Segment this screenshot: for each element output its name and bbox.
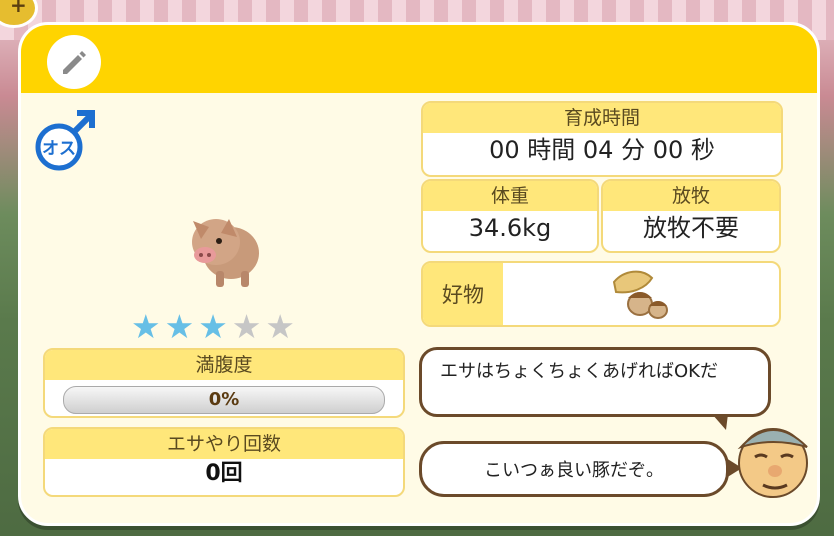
growth-time-value: 00 時間 04 分 00 秒 [489, 136, 715, 164]
dialogue-line: こいつぁ良い豚だぞ。 [484, 460, 664, 481]
hunger-value: 0% [208, 389, 240, 410]
hunger-box: 満腹度 0% [43, 348, 405, 418]
pencil-icon [63, 51, 86, 74]
pig-status-panel: オス ★ ★ ★ ★ ★ 満腹度 0% エサやり回数 0回 育成時間 00 時間… [18, 22, 820, 526]
star-icon: ★ [164, 307, 195, 346]
grazing-value: 放牧不要 [643, 214, 739, 242]
growth-time-label: 育成時間 [423, 103, 781, 133]
star-icon: ★ [198, 307, 228, 346]
edit-name-button[interactable] [47, 35, 101, 89]
grazing-label: 放牧 [603, 181, 779, 211]
hunger-bar: 0% [63, 386, 385, 414]
feed-count-value: 0回 [205, 461, 243, 486]
grazing-box: 放牧 放牧不要 [601, 179, 781, 253]
star-icon: ★ [265, 307, 295, 346]
pig-image [192, 219, 259, 287]
farmer-avatar [737, 428, 808, 498]
favorite-food-box: 好物 [421, 261, 781, 327]
feed-count-box: エサやり回数 0回 [43, 427, 405, 497]
star-icon: ★ [131, 307, 161, 346]
weight-value: 34.6kg [468, 214, 552, 242]
gender-label: オス [42, 139, 76, 159]
weight-box: 体重 34.6kg [421, 179, 599, 253]
hunger-label: 満腹度 [45, 350, 403, 380]
dialogue-bubble: エサはちょくちょくあげればOKだ [419, 347, 771, 430]
plus-icon: + [10, 0, 27, 17]
male-symbol-icon: オス [35, 110, 95, 171]
rating-stars: ★ ★ ★ ★ ★ [131, 310, 295, 343]
favorite-label: 好物 [423, 263, 503, 325]
panel-header [21, 25, 817, 93]
dialogue-line: エサはちょくちょくあげればOKだ [440, 361, 718, 382]
acorn-icon [612, 270, 668, 319]
dialogue-bubble: こいつぁ良い豚だぞ。 [419, 441, 742, 497]
growth-time-box: 育成時間 00 時間 04 分 00 秒 [421, 101, 783, 177]
weight-label: 体重 [423, 181, 597, 211]
star-icon: ★ [231, 307, 262, 346]
feed-count-label: エサやり回数 [45, 429, 403, 459]
